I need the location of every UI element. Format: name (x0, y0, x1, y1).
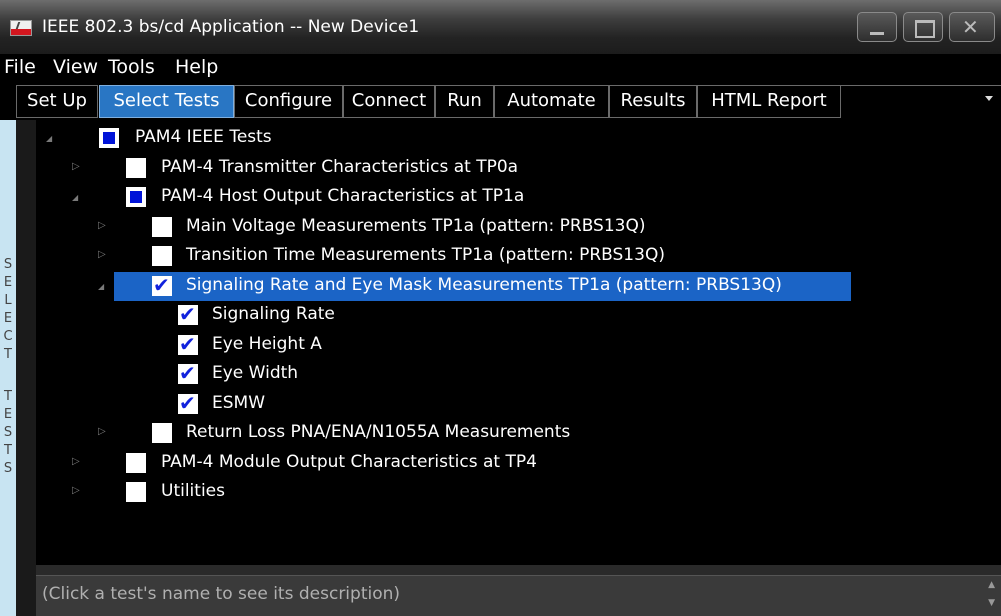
splitter[interactable] (36, 565, 1001, 575)
description-text: (Click a test's name to see its descript… (42, 584, 401, 604)
tree-row[interactable]: ▷ Transition Time Measurements TP1a (pat… (36, 242, 1001, 271)
scroll-up-icon[interactable]: ▲ (988, 580, 995, 590)
checkbox[interactable] (152, 217, 172, 237)
checked-checkbox[interactable] (178, 361, 198, 385)
tab-run[interactable]: Run (435, 85, 494, 118)
sidebar-letter: E (3, 311, 13, 326)
partial-checkbox[interactable] (126, 187, 146, 207)
tree-row[interactable]: ◢ PAM4 IEEE Tests (36, 124, 1001, 153)
tree-row[interactable]: ESMW (36, 390, 1001, 419)
sidebar-letter: S (3, 257, 13, 272)
expand-arrow-icon[interactable]: ▷ (72, 456, 80, 467)
menu-bar: File View Tools Help (0, 54, 1001, 82)
tab-bar: Set Up Select Tests Configure Connect Ru… (0, 82, 1001, 120)
tab-html-report[interactable]: HTML Report (697, 85, 841, 118)
checkbox[interactable] (126, 482, 146, 502)
sidebar-letter: T (4, 347, 12, 362)
tab-set-up[interactable]: Set Up (16, 85, 98, 118)
collapse-arrow-icon[interactable]: ◢ (98, 282, 104, 291)
sidebar-letter: C (3, 329, 13, 344)
maximize-icon[interactable] (903, 12, 943, 42)
checkbox[interactable] (152, 423, 172, 443)
checked-checkbox[interactable] (178, 391, 198, 415)
tab-automate[interactable]: Automate (494, 85, 609, 118)
tree-row-label[interactable]: Signaling Rate (212, 304, 335, 324)
tab-strip-filler (840, 85, 1001, 118)
tree-row-label[interactable]: PAM-4 Transmitter Characteristics at TP0… (161, 157, 518, 177)
tab-select-tests[interactable]: Select Tests (99, 85, 234, 118)
description-panel: (Click a test's name to see its descript… (36, 575, 1001, 616)
tree-row-label[interactable]: Eye Width (212, 363, 298, 383)
sidebar-letter: E (3, 407, 13, 422)
expand-arrow-icon[interactable]: ▷ (72, 161, 80, 172)
tree-row-label[interactable]: ESMW (212, 393, 265, 413)
checkbox[interactable] (126, 453, 146, 473)
tree-row[interactable]: Eye Width (36, 360, 1001, 389)
tree-row-label[interactable]: PAM4 IEEE Tests (135, 127, 272, 147)
checkbox[interactable] (152, 246, 172, 266)
tree-row[interactable]: Signaling Rate (36, 301, 1001, 330)
tree-row[interactable]: ▷ PAM-4 Module Output Characteristics at… (36, 449, 1001, 478)
tree-row[interactable]: ▷ PAM-4 Transmitter Characteristics at T… (36, 154, 1001, 183)
expand-arrow-icon[interactable]: ▷ (98, 426, 106, 437)
tree-row[interactable]: ▷ Utilities (36, 478, 1001, 507)
checked-checkbox[interactable] (178, 332, 198, 356)
tree-row-label[interactable]: Eye Height A (212, 334, 322, 354)
menu-help[interactable]: Help (175, 56, 218, 78)
expand-arrow-icon[interactable]: ▷ (98, 220, 106, 231)
sidebar-letter: S (3, 425, 13, 440)
checked-checkbox[interactable] (152, 273, 172, 297)
title-bar[interactable]: IEEE 802.3 bs/cd Application -- New Devi… (0, 0, 1001, 54)
tree-row-label[interactable]: PAM-4 Module Output Characteristics at T… (161, 452, 537, 472)
checked-checkbox[interactable] (178, 302, 198, 326)
sidebar-letter: T (4, 443, 12, 458)
tree-row-label[interactable]: Return Loss PNA/ENA/N1055A Measurements (186, 422, 570, 442)
collapse-arrow-icon[interactable]: ◢ (46, 134, 52, 143)
close-icon[interactable] (949, 12, 995, 42)
tree-row-label[interactable]: Main Voltage Measurements TP1a (pattern:… (186, 216, 646, 236)
tree-row-label[interactable]: PAM-4 Host Output Characteristics at TP1… (161, 186, 524, 206)
test-tree: ◢ PAM4 IEEE Tests ▷ PAM-4 Transmitter Ch… (36, 120, 1001, 565)
vertical-section-label: S E L E C T T E S T S (0, 120, 16, 616)
tree-row-label[interactable]: Transition Time Measurements TP1a (patte… (186, 245, 665, 265)
sidebar-letter: E (3, 275, 13, 290)
expand-arrow-icon[interactable]: ▷ (98, 249, 106, 260)
sidebar-letter: S (3, 461, 13, 476)
sidebar-letter: T (4, 389, 12, 404)
tree-row-label[interactable]: Signaling Rate and Eye Mask Measurements… (186, 275, 782, 295)
tree-gutter (16, 120, 36, 616)
menu-file[interactable]: File (4, 56, 36, 78)
tree-row[interactable]: ▷ Return Loss PNA/ENA/N1055A Measurement… (36, 419, 1001, 448)
window-controls (857, 12, 995, 42)
tree-row-label[interactable]: Utilities (161, 481, 225, 501)
tab-results[interactable]: Results (609, 85, 697, 118)
tree-row[interactable]: ▷ Main Voltage Measurements TP1a (patter… (36, 213, 1001, 242)
window-title: IEEE 802.3 bs/cd Application -- New Devi… (42, 17, 420, 37)
collapse-arrow-icon[interactable]: ◢ (72, 193, 78, 202)
menu-tools[interactable]: Tools (108, 56, 155, 78)
minimize-icon[interactable] (857, 12, 897, 42)
partial-checkbox[interactable] (99, 128, 119, 148)
expand-arrow-icon[interactable]: ▷ (72, 485, 80, 496)
tab-overflow-icon[interactable] (985, 96, 993, 101)
tree-row-selected[interactable]: ◢ Signaling Rate and Eye Mask Measuremen… (36, 272, 1001, 301)
scroll-down-icon[interactable]: ▼ (988, 598, 995, 608)
tree-row[interactable]: Eye Height A (36, 331, 1001, 360)
app-icon (10, 20, 32, 36)
tree-row[interactable]: ◢ PAM-4 Host Output Characteristics at T… (36, 183, 1001, 212)
checkbox[interactable] (126, 158, 146, 178)
tab-configure[interactable]: Configure (234, 85, 343, 118)
menu-view[interactable]: View (53, 56, 98, 78)
app-window: IEEE 802.3 bs/cd Application -- New Devi… (0, 0, 1001, 616)
sidebar-letter: L (4, 293, 12, 308)
tab-connect[interactable]: Connect (343, 85, 435, 118)
